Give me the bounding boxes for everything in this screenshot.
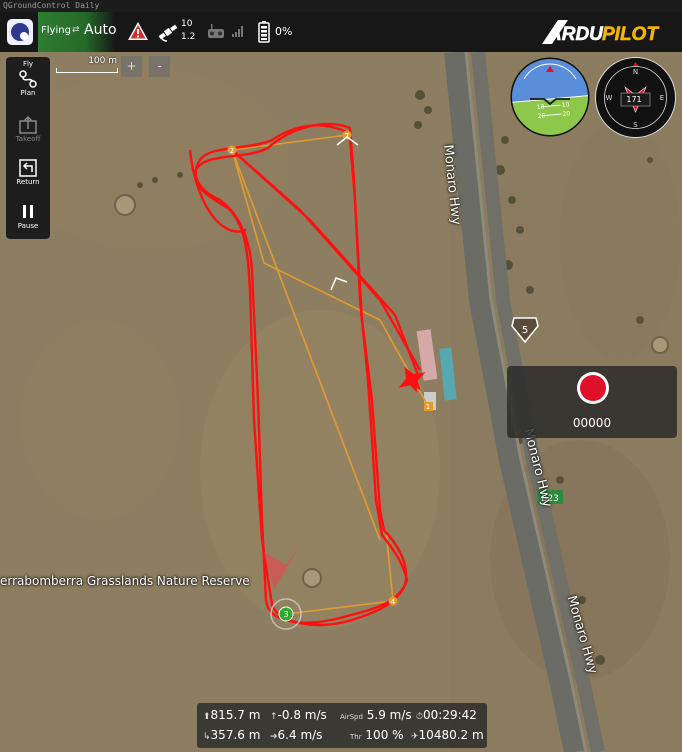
- zoom-in-button[interactable]: +: [121, 56, 142, 77]
- record-button[interactable]: [577, 372, 609, 404]
- pitch-label: 10: [561, 101, 569, 109]
- plan-button[interactable]: Plan: [6, 69, 50, 97]
- pause-label: Pause: [17, 222, 39, 230]
- flight-mode-selector[interactable]: Auto: [84, 22, 117, 38]
- waypoint-2[interactable]: 2: [230, 147, 234, 155]
- throttle-label: Thr: [350, 733, 362, 741]
- airspeed-label: AirSpd: [340, 713, 363, 721]
- fly-label: Fly: [22, 60, 34, 68]
- distance-home-icon: ↳: [203, 732, 211, 742]
- battery-icon[interactable]: [258, 21, 270, 43]
- return-button[interactable]: Return: [6, 158, 50, 186]
- map-scale-label: 100 m: [88, 56, 117, 66]
- gps-hdop: 1.2: [181, 32, 196, 42]
- fly-button[interactable]: Fly: [6, 60, 50, 68]
- takeoff-icon: [19, 115, 37, 134]
- pitch-label: 20: [562, 110, 570, 118]
- svg-text:PILOT: PILOT: [602, 24, 659, 45]
- total-distance-value: ✈10480.2 m: [411, 728, 484, 742]
- reserve-label: errabomberra Grasslands Nature Reserve: [0, 574, 250, 588]
- groundspeed-icon: ➔: [270, 732, 278, 742]
- map-scale: 100 m: [55, 55, 118, 77]
- telemetry-panel[interactable]: ⬆815.7 m ↑-0.8 m/s AirSpd 5.9 m/s ⏱00:29…: [197, 703, 487, 748]
- qgc-logo-icon: [11, 23, 29, 41]
- climb-rate-icon: ↑: [270, 712, 278, 722]
- return-icon: [19, 159, 37, 177]
- pitch-label: 20: [537, 112, 545, 120]
- flight-time-value: ⏱00:29:42: [416, 708, 477, 722]
- qgc-logo-button[interactable]: [7, 19, 33, 45]
- zoom-out-button[interactable]: -: [149, 56, 170, 77]
- plan-label: Plan: [20, 89, 36, 97]
- route-shield-5: 5: [522, 325, 528, 336]
- flight-state-text: Flying: [41, 25, 71, 36]
- attitude-indicator[interactable]: 10 10 20 20: [510, 57, 590, 137]
- map-scale-bar: [56, 68, 118, 73]
- rc-transmitter-icon[interactable]: [207, 23, 225, 39]
- takeoff-label: Takeoff: [15, 135, 41, 143]
- return-label: Return: [16, 178, 40, 186]
- svg-text:ARDU: ARDU: [547, 24, 604, 45]
- plan-icon: [19, 70, 37, 88]
- battery-percent: 0%: [275, 25, 293, 38]
- climb-rate-value: ↑-0.8 m/s: [270, 708, 327, 722]
- left-toolbar: Fly Plan Takeoff Return Pause: [6, 57, 50, 239]
- video-record-panel: 00000: [507, 366, 677, 438]
- gps-satellite-count: 10: [181, 19, 193, 29]
- airspeed-value: AirSpd 5.9 m/s: [340, 708, 412, 722]
- compass-w: W: [606, 94, 613, 102]
- signal-strength-icon[interactable]: [231, 25, 245, 37]
- window-title: QGroundControl Daily: [0, 0, 682, 12]
- takeoff-button[interactable]: Takeoff: [6, 115, 50, 143]
- compass-s: S: [633, 121, 638, 129]
- heading-readout: 171: [626, 95, 642, 104]
- waypoint-1[interactable]: 1: [426, 403, 430, 411]
- pitch-label: 10: [537, 104, 545, 112]
- warning-icon[interactable]: [127, 21, 149, 41]
- altitude-icon: ⬆: [203, 712, 211, 722]
- total-distance-icon: ✈: [411, 732, 419, 742]
- pause-button[interactable]: Pause: [6, 202, 50, 230]
- distance-home-value: ↳357.6 m: [203, 728, 261, 742]
- flight-status[interactable]: Flying ⇄ Auto: [38, 12, 117, 52]
- top-toolbar: Flying ⇄ Auto 10 1.2 0% ARDU PILOT: [0, 12, 682, 52]
- record-time: 00000: [572, 416, 612, 430]
- altitude-value: ⬆815.7 m: [203, 708, 261, 722]
- waypoint-4[interactable]: 4: [391, 598, 396, 606]
- flight-mode-icon: ⇄: [72, 25, 80, 35]
- waypoint-3-current[interactable]: 3: [283, 610, 288, 619]
- compass-e: E: [660, 94, 664, 102]
- pause-icon: [23, 205, 33, 218]
- throttle-value: Thr 100 %: [350, 728, 404, 742]
- satellite-icon[interactable]: [157, 22, 179, 42]
- clock-icon: ⏱: [416, 712, 424, 722]
- ardupilot-logo: ARDU PILOT: [542, 20, 660, 45]
- compass-n: N: [633, 68, 638, 76]
- groundspeed-value: ➔6.4 m/s: [270, 728, 323, 742]
